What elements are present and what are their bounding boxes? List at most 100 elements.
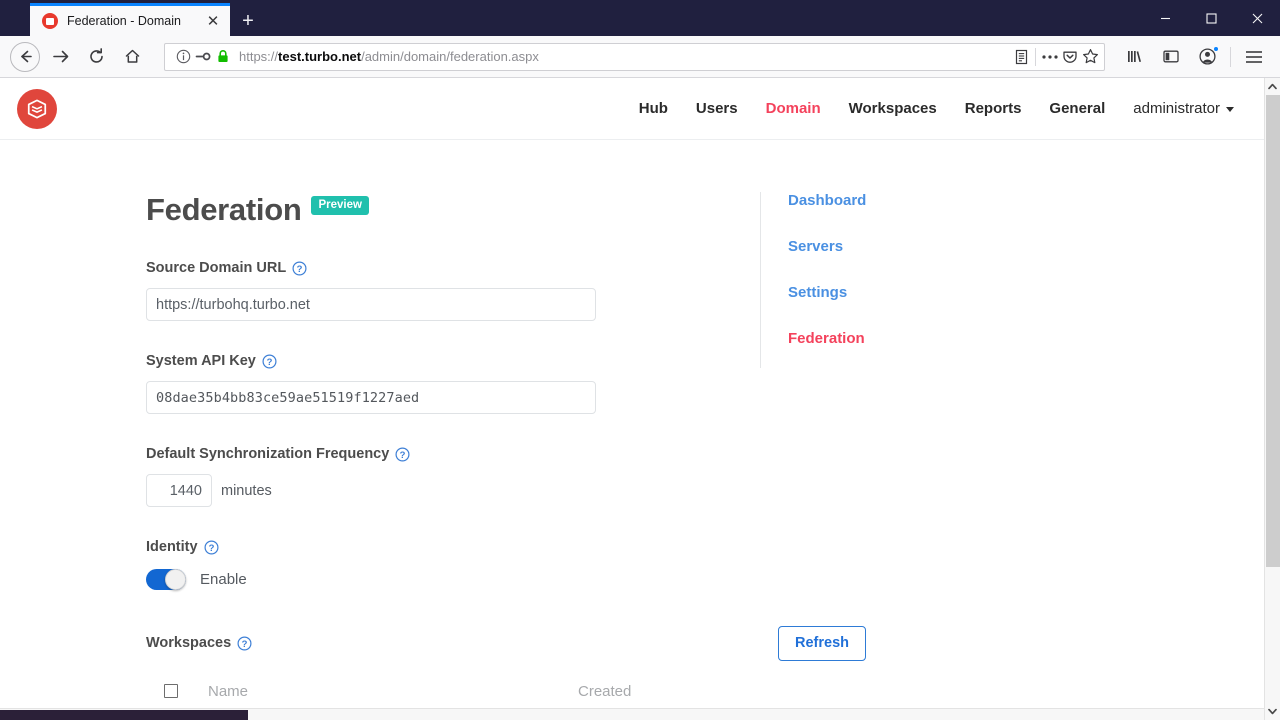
back-arrow-icon[interactable] bbox=[10, 41, 40, 72]
sidebar-item-dashboard[interactable]: Dashboard bbox=[788, 192, 1264, 209]
reader-view-icon[interactable] bbox=[1011, 47, 1031, 67]
sidebar-item-federation[interactable]: Federation bbox=[788, 330, 1264, 347]
vertical-scrollbar-thumb[interactable] bbox=[1266, 95, 1280, 567]
horizontal-scrollbar-thumb[interactable] bbox=[0, 710, 248, 720]
chevron-down-icon bbox=[1226, 106, 1234, 112]
question-circle-icon[interactable]: ? bbox=[262, 353, 277, 369]
url-scheme: https:// bbox=[239, 49, 279, 64]
close-icon[interactable]: ✕ bbox=[204, 12, 222, 30]
url-host: test.turbo.net bbox=[278, 49, 362, 64]
reload-icon[interactable] bbox=[80, 42, 112, 72]
nav-item-general[interactable]: General bbox=[1035, 100, 1119, 117]
sync-frequency-label-text: Default Synchronization Frequency bbox=[146, 446, 390, 462]
minimize-icon[interactable] bbox=[1142, 0, 1188, 36]
main-navigation: Hub Users Domain Workspaces Reports Gene… bbox=[625, 100, 1234, 117]
identity-toggle-row: Enable bbox=[146, 569, 760, 590]
workspaces-table: Name Created bbox=[146, 683, 866, 709]
info-circle-icon[interactable] bbox=[173, 47, 193, 67]
question-circle-icon[interactable]: ? bbox=[204, 539, 219, 555]
identity-label: Identity ? bbox=[146, 539, 760, 555]
url-bar[interactable]: https://test.turbo.net/admin/domain/fede… bbox=[164, 42, 1105, 71]
sync-frequency-unit: minutes bbox=[221, 482, 272, 499]
page-title: Federation bbox=[146, 192, 302, 227]
svg-text:?: ? bbox=[266, 357, 272, 368]
sidebar-item-servers[interactable]: Servers bbox=[788, 238, 1264, 255]
system-api-key-label-text: System API Key bbox=[146, 353, 256, 369]
page-title-row: Federation Preview bbox=[146, 192, 760, 228]
scroll-up-arrow-icon[interactable] bbox=[1265, 78, 1280, 95]
web-page: Hub Users Domain Workspaces Reports Gene… bbox=[0, 78, 1264, 720]
url-text: https://test.turbo.net/admin/domain/fede… bbox=[239, 49, 1011, 64]
nav-item-workspaces[interactable]: Workspaces bbox=[835, 100, 951, 117]
maximize-icon[interactable] bbox=[1188, 0, 1234, 36]
preview-badge: Preview bbox=[311, 195, 369, 215]
workspaces-header-row: Workspaces ? Refresh bbox=[146, 626, 866, 661]
column-header-created[interactable]: Created bbox=[578, 683, 631, 700]
svg-text:?: ? bbox=[400, 450, 406, 461]
toggle-knob bbox=[165, 569, 186, 590]
hamburger-menu-icon[interactable] bbox=[1238, 42, 1270, 72]
tab-strip: Federation - Domain ✕ + bbox=[0, 0, 264, 36]
main-column: Federation Preview Source Domain URL ? ht… bbox=[0, 140, 866, 708]
workspaces-label-text: Workspaces bbox=[146, 635, 232, 652]
source-domain-url-input[interactable]: https://turbohq.turbo.net bbox=[146, 288, 596, 321]
source-domain-url-label: Source Domain URL ? bbox=[146, 260, 760, 276]
system-api-key-label: System API Key ? bbox=[146, 353, 760, 369]
identity-enable-toggle[interactable] bbox=[146, 569, 186, 590]
window-controls bbox=[1142, 0, 1280, 36]
select-all-checkbox[interactable] bbox=[164, 684, 178, 698]
side-column: Dashboard Servers Settings Federation bbox=[760, 140, 1264, 708]
browser-tab[interactable]: Federation - Domain ✕ bbox=[30, 3, 230, 36]
library-icon[interactable] bbox=[1119, 42, 1151, 72]
tab-title: Federation - Domain bbox=[67, 14, 181, 28]
identity-label-text: Identity bbox=[146, 539, 198, 555]
source-domain-url-value: https://turbohq.turbo.net bbox=[156, 296, 310, 313]
workspaces-table-header: Name Created bbox=[146, 683, 866, 709]
home-icon[interactable] bbox=[116, 42, 148, 72]
browser-toolbar-actions bbox=[1117, 42, 1272, 72]
scroll-down-arrow-icon[interactable] bbox=[1265, 703, 1280, 720]
identity-toggle-label: Enable bbox=[200, 571, 247, 588]
system-api-key-value: 08dae35b4bb83ce59ae51519f1227aed bbox=[156, 389, 420, 406]
key-icon[interactable] bbox=[193, 47, 213, 67]
page-viewport: Hub Users Domain Workspaces Reports Gene… bbox=[0, 78, 1280, 720]
url-path: /admin/domain/federation.aspx bbox=[361, 49, 539, 64]
nav-item-reports[interactable]: Reports bbox=[951, 100, 1036, 117]
pocket-icon[interactable] bbox=[1060, 47, 1080, 67]
nav-item-hub[interactable]: Hub bbox=[625, 100, 682, 117]
system-api-key-input[interactable]: 08dae35b4bb83ce59ae51519f1227aed bbox=[146, 381, 596, 414]
svg-text:?: ? bbox=[242, 639, 248, 650]
question-circle-icon[interactable]: ? bbox=[237, 636, 252, 651]
question-circle-icon[interactable]: ? bbox=[395, 446, 410, 462]
forward-arrow-icon[interactable] bbox=[44, 42, 76, 72]
account-icon[interactable] bbox=[1191, 42, 1223, 72]
browser-navbar: https://test.turbo.net/admin/domain/fede… bbox=[0, 36, 1280, 78]
padlock-icon[interactable] bbox=[213, 47, 233, 67]
nav-item-users[interactable]: Users bbox=[682, 100, 752, 117]
sync-frequency-input[interactable]: 1440 bbox=[146, 474, 212, 507]
question-circle-icon[interactable]: ? bbox=[292, 260, 307, 276]
new-tab-button[interactable]: + bbox=[232, 6, 264, 36]
sync-frequency-row: 1440 minutes bbox=[146, 474, 760, 507]
column-header-name[interactable]: Name bbox=[208, 683, 578, 700]
svg-text:?: ? bbox=[208, 543, 214, 554]
nav-item-domain[interactable]: Domain bbox=[752, 100, 835, 117]
page-actions-icon[interactable] bbox=[1040, 47, 1060, 67]
account-notification-dot bbox=[1213, 45, 1219, 52]
vertical-scrollbar[interactable] bbox=[1264, 78, 1280, 720]
user-menu[interactable]: administrator bbox=[1119, 100, 1234, 117]
source-domain-url-label-text: Source Domain URL bbox=[146, 260, 287, 276]
turbo-logo-icon bbox=[42, 13, 58, 29]
horizontal-scrollbar[interactable] bbox=[0, 708, 1264, 720]
close-icon[interactable] bbox=[1234, 0, 1280, 36]
turbo-cube-logo[interactable] bbox=[17, 88, 57, 129]
sidebar-item-settings[interactable]: Settings bbox=[788, 284, 1264, 301]
sync-frequency-label: Default Synchronization Frequency ? bbox=[146, 446, 760, 462]
star-icon[interactable] bbox=[1080, 47, 1100, 67]
sidebar-icon[interactable] bbox=[1155, 42, 1187, 72]
user-menu-label: administrator bbox=[1133, 100, 1220, 117]
workspaces-label: Workspaces ? bbox=[146, 635, 252, 651]
browser-window: Federation - Domain ✕ + https://test.tur… bbox=[0, 0, 1280, 720]
page-content: Federation Preview Source Domain URL ? ht… bbox=[0, 140, 1264, 708]
app-header: Hub Users Domain Workspaces Reports Gene… bbox=[0, 78, 1264, 140]
